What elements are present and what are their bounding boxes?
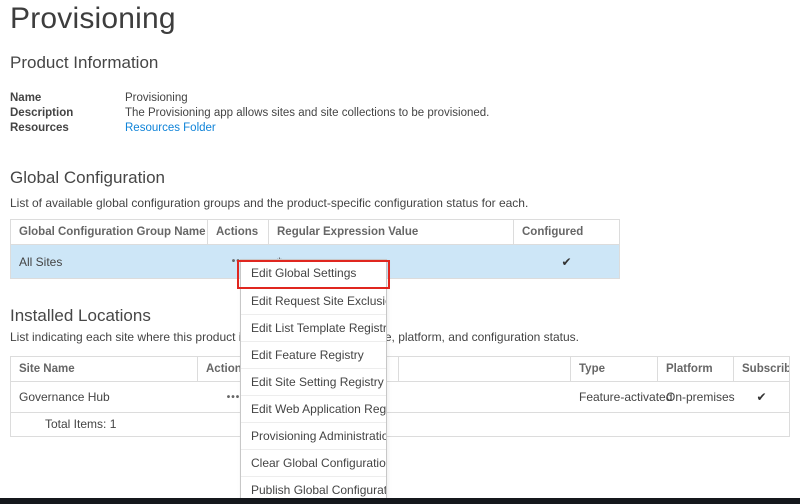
name-label: Name	[10, 91, 125, 106]
actions-context-menu: Edit Global Settings Edit Request Site E…	[240, 259, 387, 504]
resources-label: Resources	[10, 121, 125, 136]
window-bottom-edge-bar	[0, 498, 800, 504]
column-header-hidden-2[interactable]	[399, 357, 571, 381]
site-name-cell: Governance Hub	[11, 390, 198, 404]
column-header-subscribed[interactable]: Subscribed	[734, 357, 789, 381]
description-label: Description	[10, 106, 125, 121]
menu-item-edit-request-site-exclusions[interactable]: Edit Request Site Exclusions	[241, 287, 386, 314]
description-value: The Provisioning app allows sites and si…	[125, 106, 489, 121]
global-configuration-description: List of available global configuration g…	[10, 196, 528, 210]
field-row-description: Description The Provisioning app allows …	[10, 106, 489, 121]
subscribed-check-icon: ✔	[734, 390, 789, 404]
name-value: Provisioning	[125, 91, 188, 106]
resources-folder-link[interactable]: Resources Folder	[125, 122, 216, 134]
menu-item-edit-list-template-registry[interactable]: Edit List Template Registry	[241, 314, 386, 341]
installed-locations-table: Site Name Actions Type Platform Subscrib…	[10, 356, 790, 437]
installed-locations-table-header: Site Name Actions Type Platform Subscrib…	[11, 357, 789, 382]
menu-item-edit-site-setting-registry[interactable]: Edit Site Setting Registry	[241, 368, 386, 395]
installed-locations-heading: Installed Locations	[10, 306, 151, 326]
column-header-site-name[interactable]: Site Name	[11, 357, 198, 381]
product-information-fields: Name Provisioning Description The Provis…	[10, 91, 489, 136]
column-header-platform[interactable]: Platform	[658, 357, 734, 381]
global-configuration-table-header: Global Configuration Group Name Actions …	[11, 220, 619, 245]
menu-item-edit-feature-registry[interactable]: Edit Feature Registry	[241, 341, 386, 368]
field-row-name: Name Provisioning	[10, 91, 489, 106]
column-header-actions[interactable]: Actions	[208, 220, 269, 244]
configured-check-icon: ✔	[514, 255, 619, 269]
menu-item-provisioning-administration[interactable]: Provisioning Administration	[241, 422, 386, 449]
provisioning-page: Provisioning Product Information Name Pr…	[0, 0, 800, 504]
global-configuration-heading: Global Configuration	[10, 168, 165, 188]
platform-cell: On-premises	[658, 390, 734, 404]
menu-item-edit-global-settings[interactable]: Edit Global Settings	[241, 260, 386, 287]
type-cell: Feature-activated	[571, 390, 658, 404]
menu-item-clear-global-configuration[interactable]: Clear Global Configuration	[241, 449, 386, 476]
total-items-footer: Total Items: 1	[11, 412, 789, 436]
column-header-configured[interactable]: Configured	[514, 220, 619, 244]
page-title: Provisioning	[10, 2, 176, 36]
column-header-group-name[interactable]: Global Configuration Group Name	[11, 220, 208, 244]
menu-item-edit-web-application-registry[interactable]: Edit Web Application Registry	[241, 395, 386, 422]
product-information-heading: Product Information	[10, 53, 158, 73]
group-name-cell: All Sites	[11, 255, 208, 269]
table-row-governance-hub[interactable]: Governance Hub ••• Feature-activated On-…	[11, 382, 789, 412]
field-row-resources: Resources Resources Folder	[10, 121, 489, 136]
column-header-type[interactable]: Type	[571, 357, 658, 381]
column-header-regex-value[interactable]: Regular Expression Value	[269, 220, 514, 244]
